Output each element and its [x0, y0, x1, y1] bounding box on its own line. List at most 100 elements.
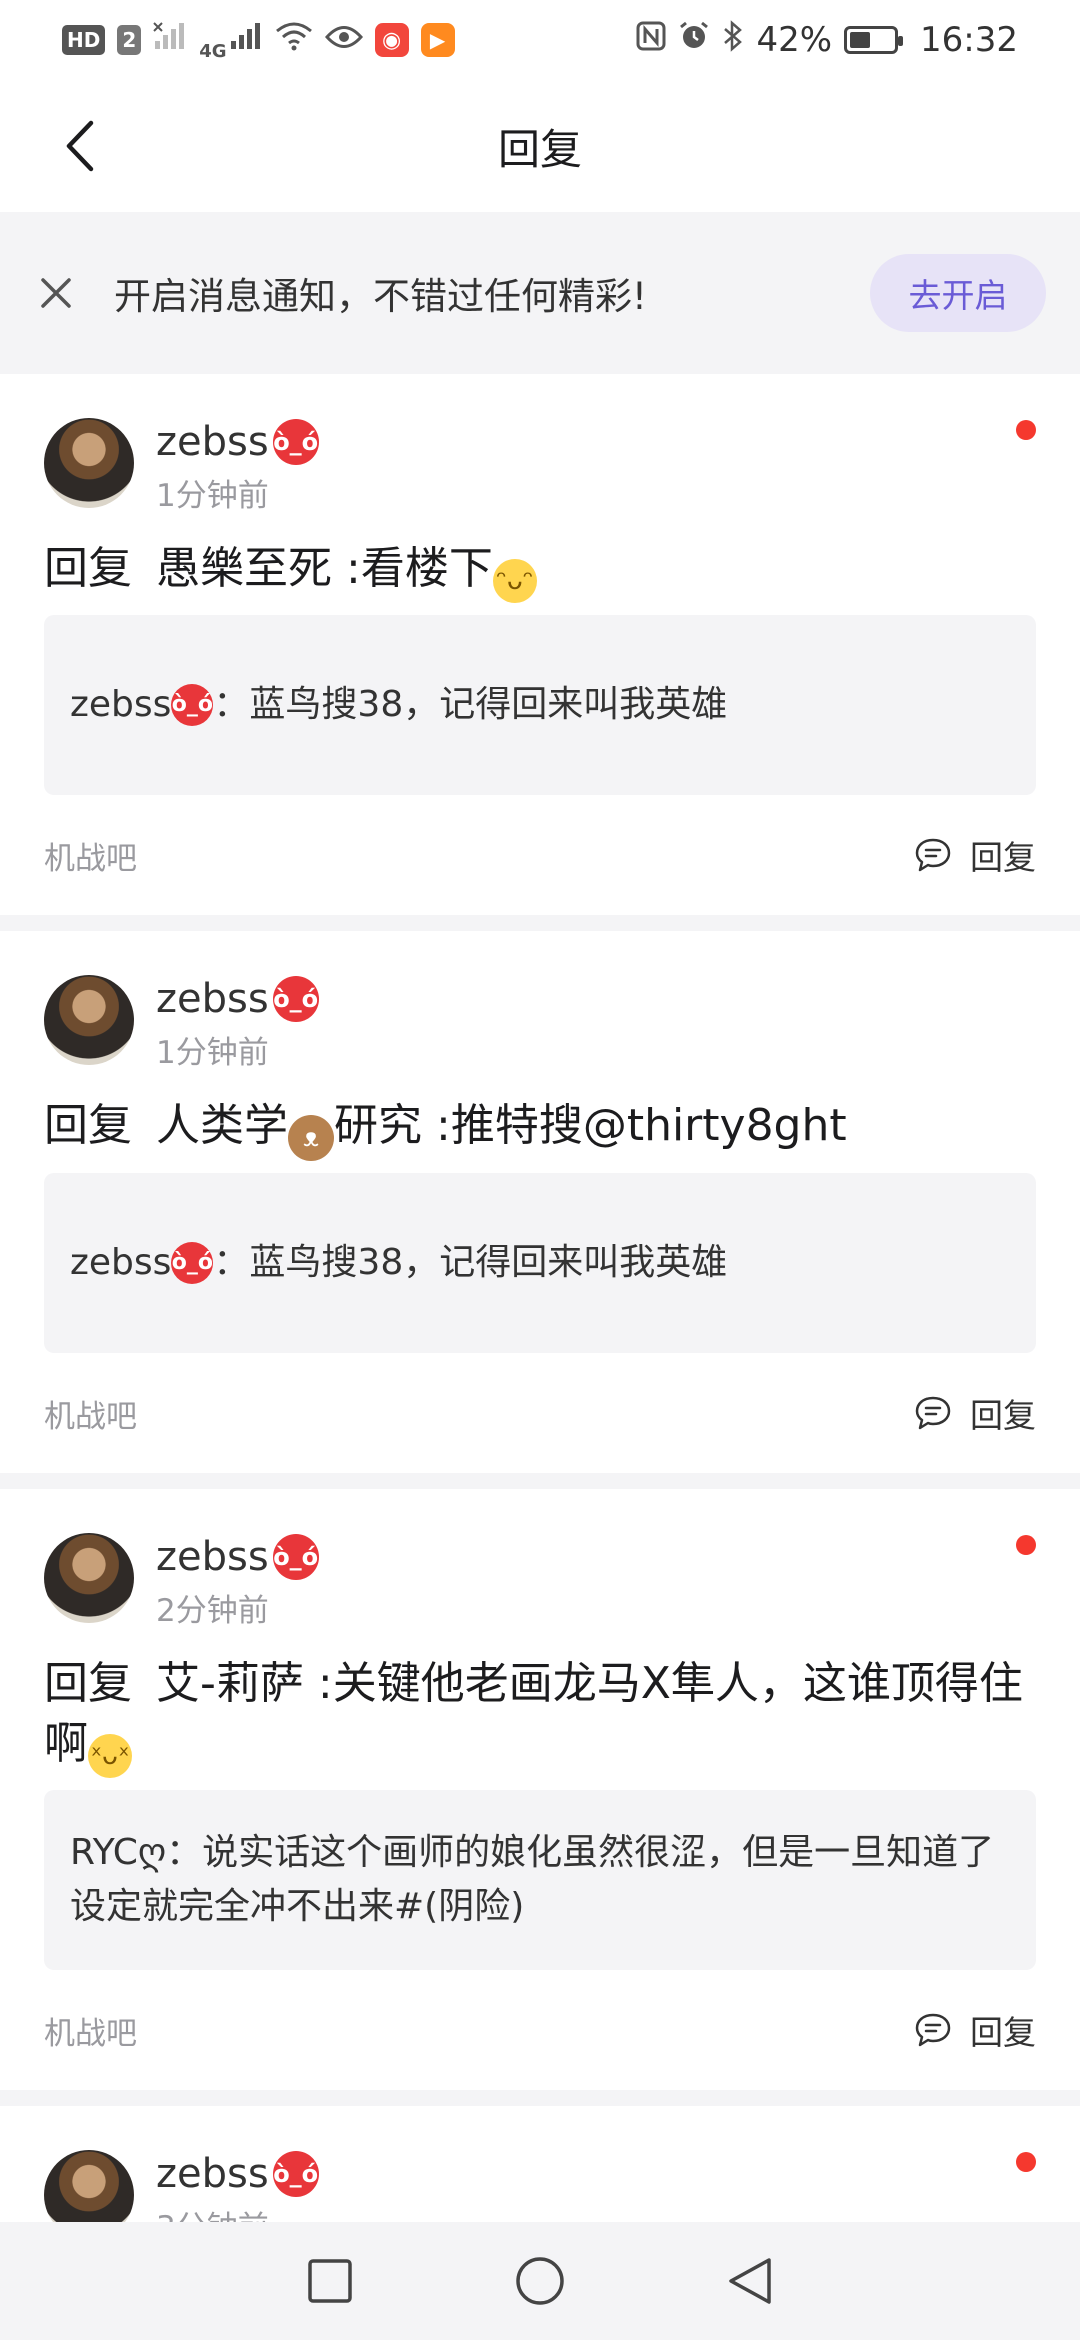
quoted-comment[interactable]: zebss ò_ó ：蓝鸟搜38，记得回来叫我英雄: [44, 1173, 1036, 1353]
notification-prompt-text: 开启消息通知，不错过任何精彩!: [114, 275, 647, 318]
timestamp: 2分钟前: [156, 1593, 269, 1629]
circle-icon: [516, 2257, 564, 2305]
username[interactable]: zebss ò_ó: [156, 418, 319, 466]
hd-indicator: HD: [62, 25, 106, 55]
weibo-app-icon: ◉: [374, 23, 409, 57]
quote-username: zebss ò_ó: [70, 678, 214, 732]
timestamp: 1分钟前: [156, 1035, 269, 1071]
quote-username-text: RYCღ: [70, 1832, 167, 1873]
quoted-comment[interactable]: RYCღ ：说实话这个画师的娘化虽然很涩，但是一旦知道了设定就完全冲不出来#(阴险…: [44, 1790, 1036, 1970]
timestamp: 1分钟前: [156, 478, 269, 514]
username[interactable]: zebss ò_ó: [156, 975, 319, 1023]
signal-icon: [229, 21, 263, 59]
quote-text: ：蓝鸟搜38，记得回来叫我英雄: [213, 684, 728, 725]
target-username[interactable]: 人类学 ᴥ 研究: [156, 1100, 422, 1161]
back-button[interactable]: [40, 106, 120, 186]
reply-text: :看楼下: [346, 543, 493, 594]
chevron-left-icon: [66, 120, 94, 172]
close-banner-button[interactable]: [34, 271, 78, 315]
hd-label: HD: [67, 28, 101, 52]
card-header: zebss ò_ó 1分钟前: [44, 374, 1036, 515]
username-text: zebss: [156, 419, 269, 465]
reply-content: 回复 艾-莉萨 :关键他老画龙马X隼人，这谁顶得住啊ˣᴗˣ: [44, 1654, 1036, 1778]
target-username-part: 研究: [334, 1100, 422, 1151]
avatar[interactable]: [44, 975, 134, 1065]
quote-username: RYCღ: [70, 1826, 166, 1880]
username[interactable]: zebss ò_ó: [156, 2150, 319, 2198]
reply-button-label: 回复: [970, 838, 1036, 877]
reply-feed: zebss ò_ó 1分钟前 回复 愚樂至死 :看楼下 ᵔᴗᵔ zebss ò_ó ：蓝鸟…: [0, 374, 1080, 2290]
quote-username: zebss ò_ó: [70, 1236, 214, 1290]
forum-name[interactable]: 机战吧: [44, 1391, 137, 1436]
clock: 16:32: [920, 20, 1018, 60]
reply-label: 回复: [44, 1100, 132, 1151]
reply-button[interactable]: 回复: [914, 2006, 1036, 2054]
unread-dot: [1016, 2152, 1036, 2172]
comment-icon: [915, 2013, 951, 2047]
signal-off-icon: [153, 21, 187, 59]
reply-card[interactable]: zebss ò_ó 1分钟前 回复 愚樂至死 :看楼下 ᵔᴗᵔ zebss ò_ó ：蓝鸟…: [0, 374, 1080, 915]
reply-card[interactable]: zebss ò_ó 2分钟前 回复 艾-莉萨 :关键他老画龙马X隼人，这谁顶得住啊ˣ…: [0, 1473, 1080, 2090]
network-type-label: 4G: [199, 40, 227, 62]
status-right: 42% 16:32: [636, 20, 1018, 60]
reply-card[interactable]: zebss ò_ó 1分钟前 回复 人类学 ᴥ 研究 :推特搜@thirty8ght z…: [0, 915, 1080, 1473]
monkey-emoji-icon: ᴥ: [288, 1115, 334, 1161]
home-button[interactable]: [510, 2251, 570, 2311]
card-footer: 机战吧 回复: [44, 1353, 1036, 1473]
reply-content: 回复 愚樂至死 :看楼下 ᵔᴗᵔ: [44, 539, 1036, 603]
reply-text: :推特搜@thirty8ght: [436, 1100, 847, 1151]
reply-label: 回复: [44, 1658, 132, 1709]
user-meta: zebss ò_ó 1分钟前: [156, 975, 319, 1072]
angry-face-icon: ò_ó: [272, 976, 319, 1022]
forum-name[interactable]: 机战吧: [44, 833, 137, 878]
card-header: zebss ò_ó 2分钟前: [44, 1489, 1036, 1630]
status-left: HD 2 4G ◉ ▶: [62, 19, 455, 62]
forum-name[interactable]: 机战吧: [44, 2008, 137, 2053]
reply-button[interactable]: 回复: [914, 831, 1036, 879]
quote-text: ：说实话这个画师的娘化虽然很涩，但是一旦知道了设定就完全冲不出来#(阴险): [70, 1832, 995, 1927]
reply-button[interactable]: 回复: [914, 1389, 1036, 1437]
system-navigation-bar: [0, 2222, 1080, 2340]
angry-face-icon: ò_ó: [171, 1242, 214, 1284]
angry-face-icon: ò_ó: [272, 419, 319, 465]
avatar[interactable]: [44, 418, 134, 508]
notification-banner: 开启消息通知，不错过任何精彩! 去开启: [0, 212, 1080, 374]
target-username[interactable]: 艾-莉萨: [156, 1658, 304, 1709]
user-meta: zebss ò_ó 2分钟前: [156, 1533, 319, 1630]
username-text: zebss: [156, 976, 269, 1022]
comment-icon: [915, 838, 951, 872]
angry-face-icon: ò_ó: [272, 2151, 319, 2197]
user-meta: zebss ò_ó 1分钟前: [156, 418, 319, 515]
avatar[interactable]: [44, 1533, 134, 1623]
battery-percent: 42%: [756, 20, 833, 60]
username[interactable]: zebss ò_ó: [156, 1533, 319, 1581]
battery-level-fill: [850, 32, 871, 48]
unread-dot: [1016, 420, 1036, 440]
nav-header: 回复: [0, 80, 1080, 212]
reply-content: 回复 人类学 ᴥ 研究 :推特搜@thirty8ght: [44, 1096, 1036, 1161]
card-header: zebss ò_ó 1分钟前: [44, 931, 1036, 1072]
bluetooth-icon: [722, 20, 744, 60]
sim-slot-indicator: 2: [117, 25, 142, 55]
unread-dot: [1016, 1535, 1036, 1555]
system-back-button[interactable]: [720, 2251, 780, 2311]
target-username-part: 人类学: [156, 1100, 288, 1151]
quote-username-text: zebss: [70, 1242, 172, 1283]
triangle-back-icon: [729, 2258, 771, 2304]
username-text: zebss: [156, 2151, 269, 2197]
angry-face-icon: ò_ó: [272, 1534, 319, 1580]
alarm-icon: [678, 20, 710, 60]
recent-apps-button[interactable]: [300, 2251, 360, 2311]
reply-button-label: 回复: [970, 2013, 1036, 2052]
quote-text: ：蓝鸟搜38，记得回来叫我英雄: [213, 1242, 728, 1283]
quote-username-text: zebss: [70, 684, 172, 725]
card-footer: 机战吧 回复: [44, 795, 1036, 915]
comment-icon: [915, 1396, 951, 1430]
close-icon: [41, 278, 71, 308]
quoted-comment[interactable]: zebss ò_ó ：蓝鸟搜38，记得回来叫我英雄: [44, 615, 1036, 795]
reply-button-label: 回复: [970, 1396, 1036, 1435]
battery-icon: [844, 26, 904, 54]
target-username[interactable]: 愚樂至死: [156, 543, 332, 594]
enable-notifications-button[interactable]: 去开启: [870, 254, 1046, 332]
video-app-icon: ▶: [420, 23, 455, 57]
